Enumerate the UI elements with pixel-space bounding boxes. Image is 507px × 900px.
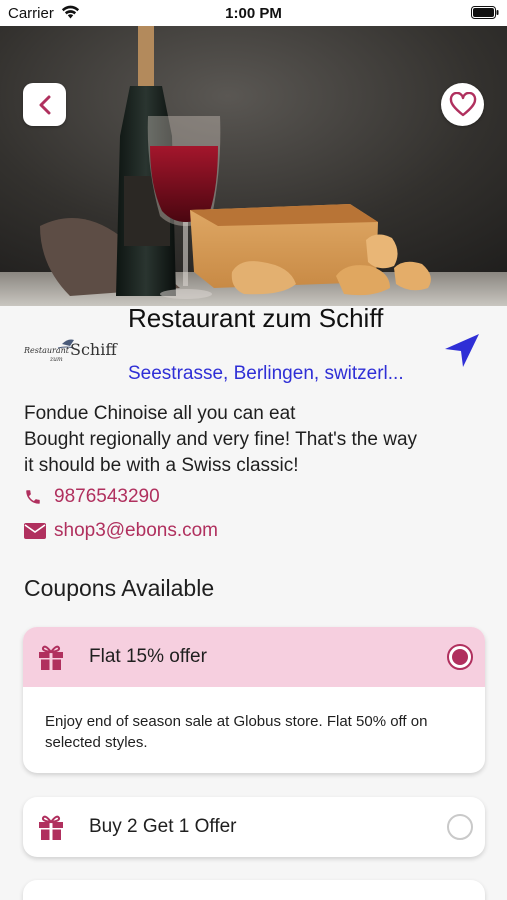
phone-number: 9876543290 — [54, 486, 160, 507]
gift-icon — [39, 815, 63, 840]
favorite-button[interactable] — [441, 83, 484, 126]
battery-icon — [471, 6, 499, 19]
coupon-header[interactable]: Flat 15% offer — [23, 627, 485, 687]
hero-image — [0, 26, 507, 306]
restaurant-name: Restaurant zum Schiff — [128, 303, 384, 333]
clock: 1:00 PM — [225, 5, 282, 22]
coupon-header[interactable]: Buy 2 Get 1 Offer — [23, 797, 485, 857]
navigate-arrow-icon[interactable] — [443, 333, 481, 369]
status-bar: Carrier 1:00 PM — [0, 0, 507, 26]
logo-text-zum: zum — [50, 356, 63, 363]
email-link[interactable]: shop3@ebons.com — [24, 520, 218, 542]
coupon-card[interactable] — [23, 880, 485, 900]
mail-icon — [24, 523, 46, 539]
coupon-description: Enjoy end of season sale at Globus store… — [45, 713, 428, 751]
logo-text-schiff: Schiff — [70, 340, 117, 359]
gift-icon — [39, 645, 63, 670]
phone-link[interactable]: 9876543290 — [24, 486, 160, 508]
coupon-title: Flat 15% offer — [89, 646, 207, 667]
back-button[interactable] — [23, 83, 66, 126]
restaurant-logo: Restaurant zum Schiff — [24, 334, 117, 370]
description-line: it should be with a Swiss classic! — [24, 455, 299, 476]
description-line: Fondue Chinoise all you can eat — [24, 403, 296, 424]
back-chevron-icon — [39, 95, 50, 114]
description-line: Bought regionally and very fine! That's … — [24, 429, 418, 450]
coupon-radio[interactable] — [447, 814, 473, 840]
coupon-card[interactable]: Buy 2 Get 1 Offer — [23, 797, 485, 857]
heart-icon — [449, 91, 476, 116]
coupon-title: Buy 2 Get 1 Offer — [89, 816, 237, 837]
coupon-radio-selected[interactable] — [447, 644, 473, 670]
restaurant-address[interactable]: Seestrasse, Berlingen, switzerl... — [128, 363, 428, 385]
phone-icon — [26, 490, 40, 504]
restaurant-description: Fondue Chinoise all you can eat Bought r… — [24, 401, 486, 479]
email-address: shop3@ebons.com — [54, 520, 218, 541]
logo-text-restaurant: Restaurant — [24, 346, 69, 355]
coupons-section-title: Coupons Available — [24, 575, 215, 601]
coupon-card[interactable]: Flat 15% offer Enjoy end of season sale … — [23, 627, 485, 773]
